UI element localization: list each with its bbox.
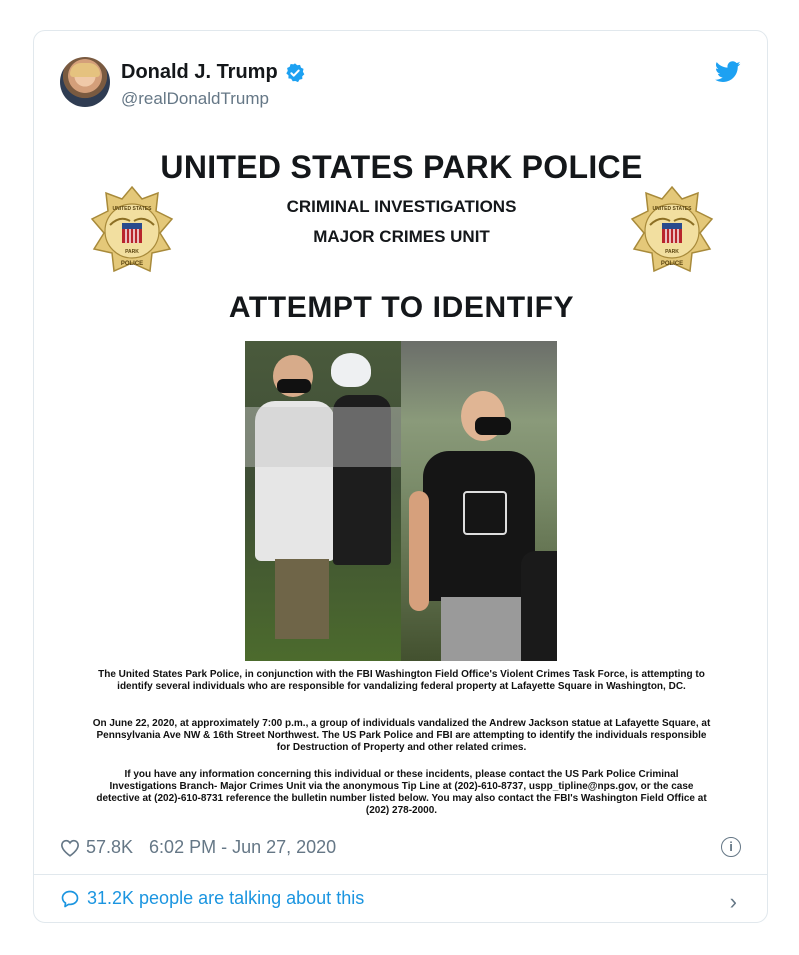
face-mask bbox=[475, 417, 511, 435]
like-count[interactable]: 57.8K bbox=[86, 837, 133, 858]
person-figure bbox=[521, 551, 557, 661]
park-police-badge-left-icon: UNITED STATES PARK POLICE bbox=[90, 185, 174, 273]
badge-text-park: PARK bbox=[665, 249, 679, 255]
heart-icon[interactable] bbox=[60, 839, 80, 857]
author-name-row[interactable]: Donald J. Trump bbox=[121, 61, 306, 84]
suspect-photo-left bbox=[245, 341, 401, 661]
person-figure bbox=[275, 559, 329, 639]
poster-paragraph-2: On June 22, 2020, at approximately 7:00 … bbox=[92, 718, 711, 753]
tweet-timestamp[interactable]: 6:02 PM - Jun 27, 2020 bbox=[149, 837, 336, 858]
badge-text-bottom: POLICE bbox=[121, 261, 143, 267]
info-icon[interactable]: i bbox=[721, 837, 741, 857]
conversation-text[interactable]: 31.2K people are talking about this bbox=[87, 888, 364, 909]
wanted-poster-image[interactable]: UNITED STATES PARK POLICE CRIMINAL INVES… bbox=[60, 133, 743, 827]
badge-text-top: UNITED STATES bbox=[113, 206, 153, 212]
badge-text-bottom: POLICE bbox=[661, 261, 683, 267]
conversation-link[interactable]: 31.2K people are talking about this bbox=[60, 888, 364, 909]
face-mask bbox=[277, 379, 311, 393]
poster-paragraph-3: If you have any information concerning t… bbox=[96, 769, 707, 816]
poster-title: UNITED STATES PARK POLICE bbox=[160, 149, 643, 185]
divider bbox=[34, 874, 767, 875]
chevron-right-icon[interactable]: › bbox=[730, 889, 737, 915]
person-figure bbox=[463, 491, 507, 535]
badge-text-park: PARK bbox=[125, 249, 139, 255]
poster-paragraph-1: The United States Park Police, in conjun… bbox=[98, 669, 705, 692]
person-figure bbox=[331, 353, 371, 387]
park-police-badge-right-icon: UNITED STATES PARK POLICE bbox=[630, 185, 714, 273]
speech-bubble-icon bbox=[61, 890, 79, 907]
author-handle[interactable]: @realDonaldTrump bbox=[121, 89, 269, 109]
twitter-bird-icon[interactable] bbox=[715, 61, 741, 83]
badge-text-top: UNITED STATES bbox=[653, 206, 693, 212]
avatar[interactable] bbox=[60, 57, 110, 107]
author-name[interactable]: Donald J. Trump bbox=[121, 61, 278, 84]
suspect-photo-right bbox=[401, 341, 557, 661]
poster-heading: ATTEMPT TO IDENTIFY bbox=[228, 291, 575, 324]
person-figure bbox=[441, 597, 521, 661]
person-figure bbox=[409, 491, 429, 611]
tweet-meta: 57.8K 6:02 PM - Jun 27, 2020 bbox=[60, 837, 336, 858]
tweet-card: Donald J. Trump @realDonaldTrump UNITED … bbox=[33, 30, 768, 923]
verified-badge-icon bbox=[285, 62, 305, 82]
